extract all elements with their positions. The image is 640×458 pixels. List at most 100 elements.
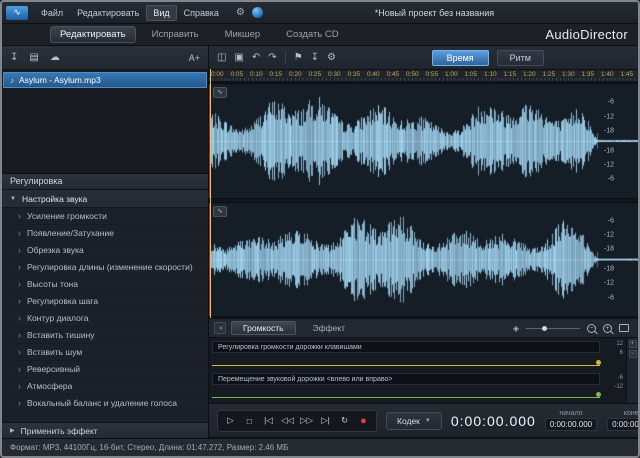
volume-envelope-line[interactable]	[212, 365, 600, 366]
settings-icon[interactable]: ⚙	[327, 52, 336, 63]
play-button[interactable]: ▷	[222, 413, 239, 429]
adjust-effect-label: Усиление громкости	[27, 211, 107, 221]
paste-icon[interactable]: ▣	[234, 52, 243, 63]
adjust-effect-label: Высоты тона	[27, 279, 78, 289]
record-button[interactable]: ●	[355, 413, 372, 429]
ruler-tick: 0:55	[426, 71, 439, 78]
envelope-handle[interactable]	[596, 392, 601, 397]
tab-volume[interactable]: Громкость	[231, 321, 296, 335]
adjust-effect-item[interactable]: ›Вокальный баланс и удаление голоса	[2, 395, 208, 412]
cloud-download-icon[interactable]: ☁	[50, 52, 60, 63]
adjust-effect-item[interactable]: ›Обрезка звука	[2, 242, 208, 259]
adjust-effect-item[interactable]: ›Атмосфера	[2, 378, 208, 395]
menu-view[interactable]: Вид	[146, 5, 176, 21]
menu-edit[interactable]: Редактировать	[70, 5, 146, 21]
adjust-effect-label: Регулировка длины (изменение скорости)	[27, 262, 193, 272]
titlebar-icons: ⚙	[236, 7, 263, 18]
waveform-canvas[interactable]	[209, 203, 638, 317]
to-start-button[interactable]: |◁	[260, 413, 277, 429]
db-scale-label: -18	[604, 147, 614, 154]
tab-fix[interactable]: Исправить	[142, 26, 209, 43]
apply-effect-button[interactable]: ▶ Применить эффект	[2, 422, 208, 438]
db-scale-label: -12	[604, 232, 614, 239]
waveform-channel-2[interactable]: ∿-6-6-12-12-18-18	[209, 202, 638, 318]
marker-icon[interactable]: ⚑	[294, 52, 303, 63]
tab-effect[interactable]: Эффект	[301, 321, 358, 335]
zoom-in-icon[interactable]: +	[603, 324, 612, 333]
waveform-canvas[interactable]	[209, 84, 638, 198]
collapse-panel-icon[interactable]: »	[214, 322, 226, 334]
adjust-effect-item[interactable]: ›Появление/Затухание	[2, 225, 208, 242]
import-media-icon[interactable]: ↧	[10, 52, 18, 63]
media-library[interactable]: ♪ Asylum - Asylum.mp3	[2, 70, 208, 174]
chevron-right-icon: ›	[18, 211, 21, 221]
adjust-effect-item[interactable]: ›Вставить шум	[2, 344, 208, 361]
download-icon[interactable]: ↧	[311, 52, 319, 63]
menu-file[interactable]: Файл	[34, 5, 70, 21]
clip-badge[interactable]: ∿	[213, 206, 227, 217]
folder-icon[interactable]: ▤	[29, 52, 38, 63]
adjust-effect-label: Вокальный баланс и удаление голоса	[27, 398, 177, 408]
adjust-effect-item[interactable]: ›Высоты тона	[2, 276, 208, 293]
chevron-right-icon: ›	[18, 262, 21, 272]
forward-button[interactable]: ▷▷	[298, 413, 315, 429]
directorzone-icon[interactable]	[252, 7, 263, 18]
rewind-button[interactable]: ◁◁	[279, 413, 296, 429]
zoom-region-icon[interactable]	[619, 324, 629, 332]
ruler-tick: 0:45	[387, 71, 400, 78]
pan-envelope-line[interactable]	[212, 397, 600, 398]
menu-help[interactable]: Справка	[177, 5, 226, 21]
audiodirector-window: ∿ ФайлРедактироватьВидСправка ⚙ *Новый п…	[0, 0, 640, 458]
zoom-slider[interactable]	[526, 328, 580, 329]
text-to-speech-icon[interactable]: A+	[189, 53, 200, 63]
playhead[interactable]	[210, 69, 211, 318]
codec-button[interactable]: Кодек ▼	[386, 412, 442, 430]
end-label: конец	[607, 410, 640, 417]
adjust-effect-item[interactable]: ›Контур диалога	[2, 310, 208, 327]
redo-icon[interactable]: ↷	[268, 52, 276, 63]
ruler-tick: 1:45	[621, 71, 634, 78]
db-scale-label: -12	[604, 161, 614, 168]
lane-zoom-in-icon[interactable]: +	[629, 340, 637, 348]
clip-badge[interactable]: ∿	[213, 87, 227, 98]
pan-automation-lane[interactable]: Перемещение звуковой дорожки <влево или …	[212, 373, 600, 401]
ruler-tick: 1:15	[504, 71, 517, 78]
sound-settings-group-toggle[interactable]: ▼ Настройка звука	[2, 190, 208, 208]
adjust-effect-item[interactable]: ›Вставить тишину	[2, 327, 208, 344]
zoom-slider-thumb[interactable]	[542, 326, 547, 331]
editing-area: ◫ ▣ ↶ ↷ ⚑ ↧ ⚙ Время Ритм 0:000:050:100:150:200:…	[209, 46, 638, 438]
list-item[interactable]: ♪ Asylum - Asylum.mp3	[3, 72, 207, 88]
volume-automation-lane[interactable]: Регулировка громкости дорожки клавишами	[212, 341, 600, 369]
undo-icon[interactable]: ↶	[252, 52, 260, 63]
triangle-right-icon: ▶	[10, 427, 15, 434]
db-scale-label: -12	[604, 280, 614, 287]
window-title: *Новый проект без названия	[375, 8, 494, 18]
tab-mixer[interactable]: Микшер	[215, 26, 271, 43]
time-mode-button[interactable]: Время	[432, 50, 489, 66]
stop-button[interactable]: □	[241, 413, 258, 429]
to-end-button[interactable]: ▷|	[317, 413, 334, 429]
automation-scale-label: 12	[603, 341, 623, 347]
zoom-out-icon[interactable]: −	[587, 324, 596, 333]
waveform-channel-1[interactable]: ∿-6-6-12-12-18-18	[209, 83, 638, 199]
envelope-handle[interactable]	[596, 360, 601, 365]
waveform-area: ∿-6-6-12-12-18-18∿-6-6-12-12-18-18	[209, 82, 638, 318]
chevron-right-icon: ›	[18, 364, 21, 374]
db-scale-label: -12	[604, 113, 614, 120]
adjust-effect-label: Вставить шум	[27, 347, 82, 357]
copy-icon[interactable]: ◫	[217, 52, 226, 63]
adjust-effect-item[interactable]: ›Регулировка шага	[2, 293, 208, 310]
adjust-effect-item[interactable]: ›Реверсивный	[2, 361, 208, 378]
timeline-ruler[interactable]: 0:000:050:100:150:200:250:300:350:400:45…	[209, 70, 638, 82]
loop-button[interactable]: ↻	[336, 413, 353, 429]
adjust-effect-item[interactable]: › Регулировка длины (изменение скорости)	[2, 259, 208, 276]
ruler-tick: 1:10	[484, 71, 497, 78]
adjust-effect-item[interactable]: › Усиление громкости	[2, 208, 208, 225]
tab-edit[interactable]: Редактировать	[50, 26, 136, 43]
lane-zoom-out-icon[interactable]: −	[629, 350, 637, 358]
tab-create-cd[interactable]: Создать CD	[276, 26, 348, 43]
group-label: Настройка звука	[22, 194, 87, 204]
gear-icon[interactable]: ⚙	[236, 7, 245, 18]
beat-mode-button[interactable]: Ритм	[497, 50, 544, 66]
scroll-tool-icon[interactable]: ◈	[513, 324, 519, 333]
